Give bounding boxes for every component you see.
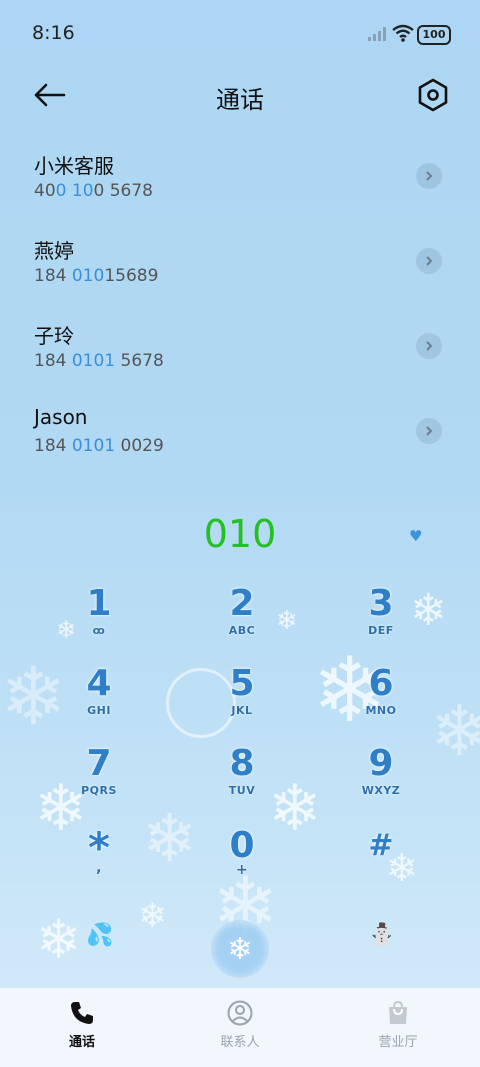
- tab-label: 联系人: [220, 1035, 260, 1050]
- chevron-right-icon[interactable]: [416, 418, 442, 444]
- status-bar: 8:16 100: [0, 0, 480, 64]
- dial-key-7[interactable]: 7 PQRS: [44, 744, 154, 814]
- dial-key-4[interactable]: 4 GHI: [44, 664, 154, 734]
- contact-number: 184 01015689: [34, 266, 159, 286]
- contact-row[interactable]: 小米客服 400 100 5678: [0, 150, 480, 230]
- dial-key-hash[interactable]: #: [326, 826, 436, 896]
- settings-hexagon-icon[interactable]: [414, 76, 452, 114]
- blue-heart-icon: ♥: [409, 527, 423, 545]
- chevron-right-icon[interactable]: [416, 163, 442, 189]
- contact-number: 184 0101 5678: [34, 351, 164, 371]
- tab-label: 营业厅: [378, 1035, 418, 1050]
- dial-key-9[interactable]: 9 WXYZ: [326, 744, 436, 814]
- page-title: 通话: [216, 86, 264, 114]
- dial-key-1[interactable]: 1 ꝏ: [44, 584, 154, 654]
- contact-number: 400 100 5678: [34, 181, 153, 201]
- call-button[interactable]: ❄: [211, 920, 269, 978]
- dial-key-8[interactable]: 8 TUV: [187, 744, 297, 814]
- contact-name: 子玲: [34, 324, 74, 348]
- contact-name: 小米客服: [34, 154, 114, 178]
- dial-key-2[interactable]: 2 ABC: [187, 584, 297, 654]
- tab-label: 通话: [68, 1035, 95, 1050]
- dial-key-5[interactable]: 5 JKL: [187, 664, 297, 734]
- chevron-right-icon[interactable]: [416, 248, 442, 274]
- person-icon: [227, 1000, 253, 1026]
- dial-key-3[interactable]: 3 DEF: [326, 584, 436, 654]
- dial-key-0[interactable]: 0 +: [187, 826, 297, 896]
- snowflake-decor-icon: ❄: [430, 690, 480, 772]
- contact-name: 燕婷: [34, 239, 74, 263]
- phone-icon: [71, 1002, 93, 1024]
- header: 通话: [0, 70, 480, 120]
- dialed-number-display: 010: [203, 512, 277, 556]
- contact-row[interactable]: 燕婷 184 01015689: [0, 235, 480, 315]
- voicemail-icon: ꝏ: [92, 624, 106, 637]
- signal-icon: [368, 27, 386, 41]
- wifi-icon: [392, 24, 414, 42]
- contact-row[interactable]: Jason 184 0101 0029: [0, 405, 480, 485]
- contact-row[interactable]: 子玲 184 0101 5678: [0, 320, 480, 400]
- dial-key-star[interactable]: * ,: [44, 827, 154, 898]
- contact-name: Jason: [34, 405, 88, 429]
- tab-contacts[interactable]: 联系人: [180, 1000, 300, 1060]
- battery-indicator: 100: [417, 25, 451, 45]
- tab-store[interactable]: 营业厅: [338, 1000, 458, 1060]
- dial-key-6[interactable]: 6 MNO: [326, 664, 436, 734]
- tab-calls[interactable]: 通话: [22, 1000, 142, 1060]
- chevron-right-icon[interactable]: [416, 333, 442, 359]
- snowflake-decor-icon: ❄: [36, 908, 82, 971]
- snowflake-icon: ❄: [227, 931, 253, 967]
- snowman-icon[interactable]: ⛄: [368, 923, 395, 948]
- bottom-nav: 通话 联系人 营业厅: [0, 988, 480, 1067]
- status-time: 8:16: [32, 22, 75, 44]
- shopping-bag-icon: [389, 1000, 407, 1024]
- snowflake-decor-icon: ❄: [138, 896, 167, 936]
- water-drops-icon[interactable]: 💦: [86, 923, 113, 948]
- contact-number: 184 0101 0029: [34, 436, 164, 456]
